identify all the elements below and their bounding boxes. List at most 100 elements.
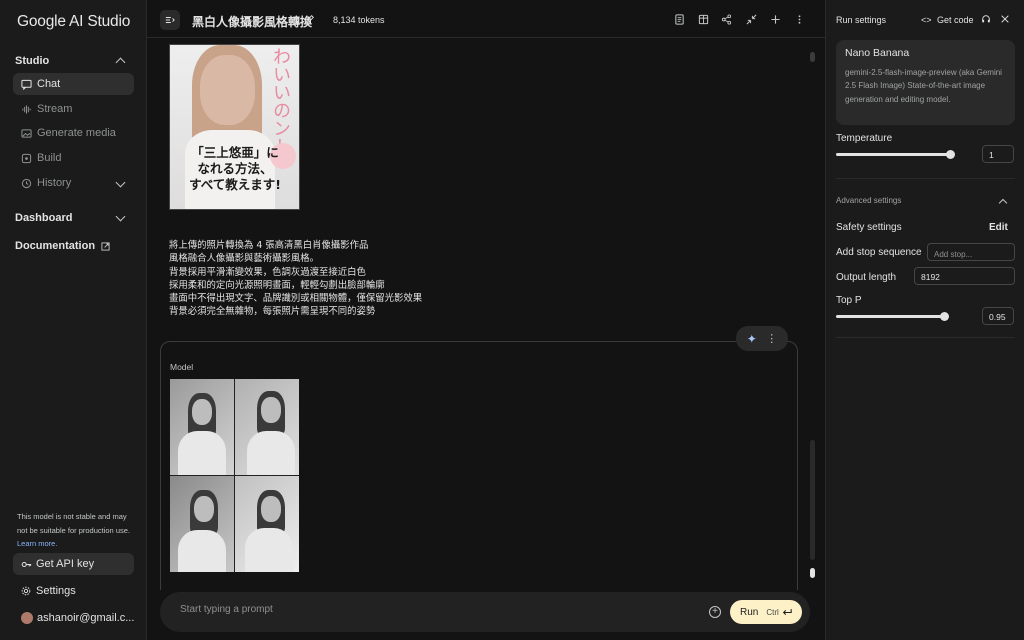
prompt-line: 背景必須完全無雜物，每張照片需呈現不同的姿勢 [169,306,376,318]
model-selector[interactable]: Nano Banana gemini-2.5-flash-image-previ… [836,40,1015,125]
avatar [21,612,33,624]
model-description: gemini-2.5-flash-image-preview (aka Gemi… [845,68,1002,104]
prompt-input[interactable] [180,604,680,615]
temperature-slider-handle[interactable] [946,150,955,159]
token-count: 8,134 tokens [333,15,385,25]
output-length-input[interactable]: 8192 [914,267,1015,285]
stop-sequence-input[interactable] [927,243,1015,261]
cover-top-text: わいいのント [270,47,291,155]
document-icon[interactable] [674,14,685,25]
temperature-value[interactable]: 1 [982,145,1014,163]
headset-icon[interactable] [981,14,991,24]
plus-icon[interactable] [770,14,781,25]
cover-text-line: なれる方法、 [197,161,273,176]
prompt-line: 畫面中不得出現文字、品牌識別或相關物體，僅保留光影效果 [169,293,423,305]
top-p-value[interactable]: 0.95 [982,307,1014,325]
learn-more-link[interactable]: Learn more. [17,539,57,548]
generated-photo[interactable] [235,476,299,572]
cover-text-line: 「三上悠亜」に [191,145,279,160]
sidebar-item-label: History [37,177,72,189]
run-button[interactable]: Run Ctrl [730,600,802,624]
documentation-link[interactable]: Documentation [15,240,110,252]
run-label: Run [740,606,759,618]
more-vert-icon[interactable] [794,14,805,25]
left-sidebar: Google AI Studio Studio Chat Stream Gene… [0,0,147,640]
generated-photo[interactable] [170,379,234,475]
stop-sequence-label: Add stop sequence [836,247,922,258]
photo-face [192,399,212,425]
sidebar-item-label: Chat [37,78,61,90]
compress-icon[interactable] [746,14,757,25]
run-settings-panel: Run settings <> Get code Nano Banana gem… [825,0,1024,640]
pencil-icon[interactable] [305,14,315,24]
sidebar-item-chat[interactable]: Chat [13,73,134,95]
model-response: Model [160,341,798,590]
top-p-slider[interactable] [836,315,946,318]
sidebar-item-generate-media[interactable]: Generate media [13,122,134,144]
chevron-up-icon[interactable] [115,57,126,68]
generated-image-grid[interactable] [170,379,299,572]
photo-face [194,496,214,522]
advanced-settings-toggle[interactable]: Advanced settings [836,196,901,205]
photo-body [245,528,293,572]
photo-body [178,431,226,475]
prompt-line: 採用柔和的定向光源照明畫面，輕輕勾劃出臉部輪廓 [169,279,385,291]
sparkle-icon[interactable]: ✦ [747,332,757,346]
cover-text-line: すべて教えます! [189,177,281,192]
enter-icon [782,608,792,615]
photo-body [178,530,226,572]
cover-face [200,55,255,125]
build-icon [21,153,32,163]
compare-icon[interactable] [698,14,709,25]
add-media-icon[interactable]: + [709,606,721,618]
key-icon [21,561,32,567]
chat-area: わいいのント 「三上悠亜」に なれる方法、 すべて教えます! 將上傳的照片轉換為… [147,38,825,590]
response-actions: ✦ ⋮ [736,326,788,351]
model-notice: This model is not stable and may not be … [17,510,135,551]
close-icon[interactable] [1000,14,1010,24]
photo-body [247,431,295,475]
run-shortcut: Ctrl [766,607,779,617]
prompt-line: 將上傳的照片轉換為 4 張高清黑白肖像攝影作品 [169,240,369,251]
top-p-slider-handle[interactable] [940,312,949,321]
uploaded-image[interactable]: わいいのント 「三上悠亜」に なれる方法、 すべて教えます! [169,44,300,210]
scrollbar-track[interactable] [810,440,815,560]
notice-text: This model is not stable and may not be … [17,512,130,535]
generated-photo[interactable] [235,379,299,475]
temperature-label: Temperature [836,133,893,144]
menu-collapse-icon [165,17,175,23]
toggle-sidebar-button[interactable] [160,10,180,30]
app-logo[interactable]: Google AI Studio [17,13,130,31]
user-account[interactable]: ashanoir@gmail.c... [21,612,134,624]
get-code-label: Get code [937,15,974,25]
prompt-bar: + Run Ctrl [160,592,810,632]
chevron-up-icon[interactable] [998,198,1008,208]
history-icon [21,178,32,188]
more-vert-icon[interactable]: ⋮ [766,332,777,345]
get-api-key-button[interactable]: Get API key [13,553,134,575]
scrollbar-thumb[interactable] [810,568,815,578]
cover-main-text: 「三上悠亜」に なれる方法、 すべて教えます! [174,145,296,193]
api-key-label: Get API key [36,558,95,570]
sidebar-item-stream[interactable]: Stream [13,98,134,120]
chevron-down-icon[interactable] [115,211,126,222]
dashboard-heading[interactable]: Dashboard [15,212,72,224]
user-prompt: 將上傳的照片轉換為 4 張高清黑白肖像攝影作品 風格融合人像攝影與藝術攝影風格。… [169,239,422,319]
share-icon[interactable] [721,14,732,25]
sidebar-item-build[interactable]: Build [13,147,134,169]
prompt-line: 風格融合人像攝影與藝術攝影風格。 [169,253,320,265]
page-title[interactable]: 黑白人像攝影風格轉換 [192,13,312,30]
edit-safety-button[interactable]: Edit [989,222,1008,233]
studio-heading[interactable]: Studio [15,55,49,67]
get-code-button[interactable]: <> Get code [921,15,974,25]
generated-photo[interactable] [170,476,234,572]
image-icon [21,128,32,138]
user-email: ashanoir@gmail.c... [37,612,135,624]
temperature-slider[interactable] [836,153,951,156]
sidebar-item-label: Generate media [37,127,116,139]
code-icon: <> [921,15,932,25]
model-label: Model [170,362,194,372]
prompt-line: 背景採用平滑漸變效果，色調灰過渡至接近白色 [169,266,366,278]
scroll-marker[interactable] [810,52,815,62]
settings-button[interactable]: Settings [21,585,76,597]
